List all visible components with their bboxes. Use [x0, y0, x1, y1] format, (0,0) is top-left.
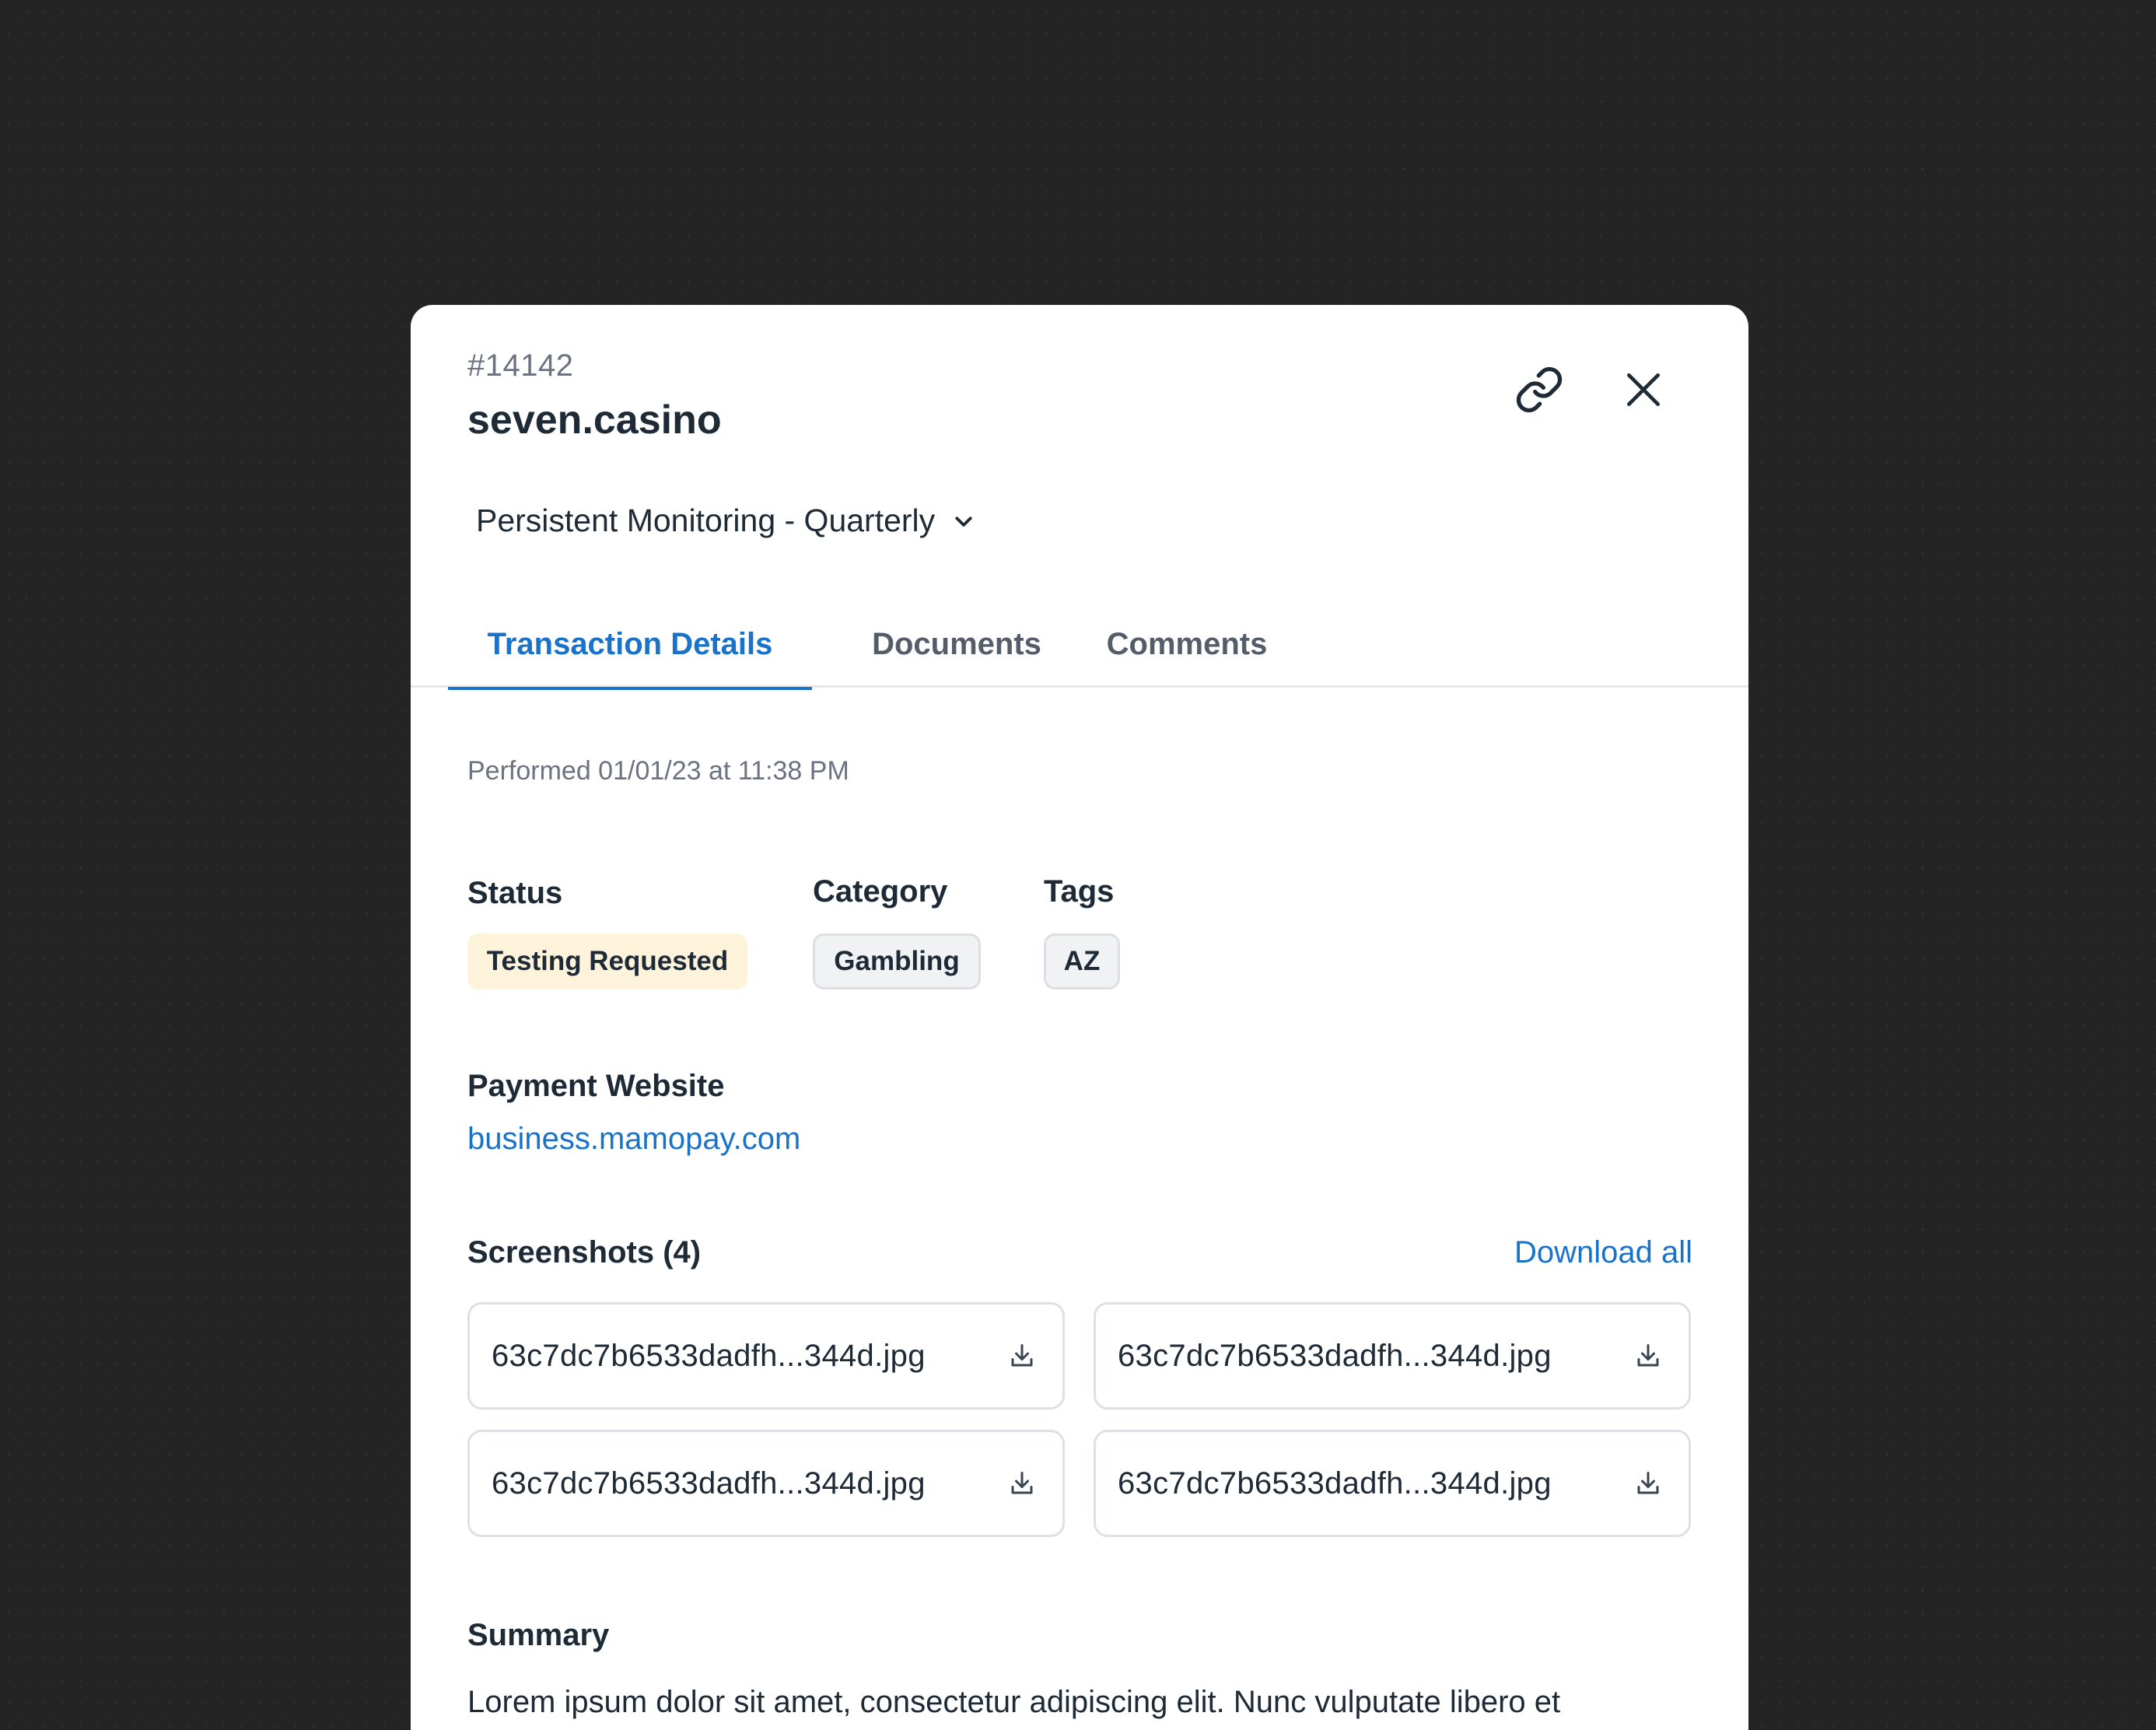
tab-transaction-details[interactable]: Transaction Details	[448, 601, 812, 690]
summary-label: Summary	[467, 1618, 610, 1652]
screenshot-file-card[interactable]: 63c7dc7b6533dadfh...344d.jpg	[467, 1430, 1065, 1537]
tag-badge: AZ	[1044, 933, 1120, 989]
download-icon[interactable]	[1631, 1339, 1665, 1373]
screenshot-filename: 63c7dc7b6533dadfh...344d.jpg	[492, 1466, 926, 1501]
status-badge: Testing Requested	[467, 933, 747, 989]
summary-text: Lorem ipsum dolor sit amet, consectetur …	[467, 1685, 1561, 1719]
download-icon[interactable]	[1005, 1466, 1039, 1501]
tab-bar: Transaction Details Documents Comments	[411, 601, 1748, 690]
ticket-id: #14142	[467, 348, 574, 383]
screenshot-filename: 63c7dc7b6533dadfh...344d.jpg	[1118, 1338, 1552, 1373]
category-label: Category	[813, 874, 948, 909]
screenshot-filename: 63c7dc7b6533dadfh...344d.jpg	[492, 1338, 926, 1373]
screenshot-file-card[interactable]: 63c7dc7b6533dadfh...344d.jpg	[1094, 1302, 1691, 1410]
tab-documents[interactable]: Documents	[849, 601, 1064, 688]
tab-comments[interactable]: Comments	[1086, 601, 1288, 688]
page-title: seven.casino	[467, 397, 722, 443]
download-icon[interactable]	[1631, 1466, 1665, 1501]
payment-website-label: Payment Website	[467, 1069, 725, 1103]
link-icon	[1516, 366, 1563, 413]
download-icon[interactable]	[1005, 1339, 1039, 1373]
copy-link-button[interactable]	[1504, 355, 1574, 425]
status-label: Status	[467, 876, 563, 910]
download-all-link[interactable]: Download all	[1514, 1235, 1692, 1270]
category-badge: Gambling	[813, 933, 981, 989]
screenshot-file-card[interactable]: 63c7dc7b6533dadfh...344d.jpg	[467, 1302, 1065, 1410]
screenshot-filename: 63c7dc7b6533dadfh...344d.jpg	[1118, 1466, 1552, 1501]
transaction-detail-panel: #14142 seven.casino Persistent Monitorin…	[411, 305, 1748, 1730]
screenshot-file-card[interactable]: 63c7dc7b6533dadfh...344d.jpg	[1094, 1430, 1691, 1537]
monitoring-dropdown[interactable]: Persistent Monitoring - Quarterly	[476, 503, 975, 539]
payment-website-link[interactable]: business.mamopay.com	[467, 1122, 800, 1156]
performed-timestamp: Performed 01/01/23 at 11:38 PM	[467, 756, 849, 786]
screenshots-label: Screenshots (4)	[467, 1235, 702, 1269]
close-button[interactable]	[1608, 355, 1678, 425]
tags-label: Tags	[1044, 874, 1115, 909]
chevron-down-icon	[955, 516, 972, 527]
monitoring-dropdown-label: Persistent Monitoring - Quarterly	[476, 503, 936, 538]
close-icon	[1627, 373, 1660, 406]
